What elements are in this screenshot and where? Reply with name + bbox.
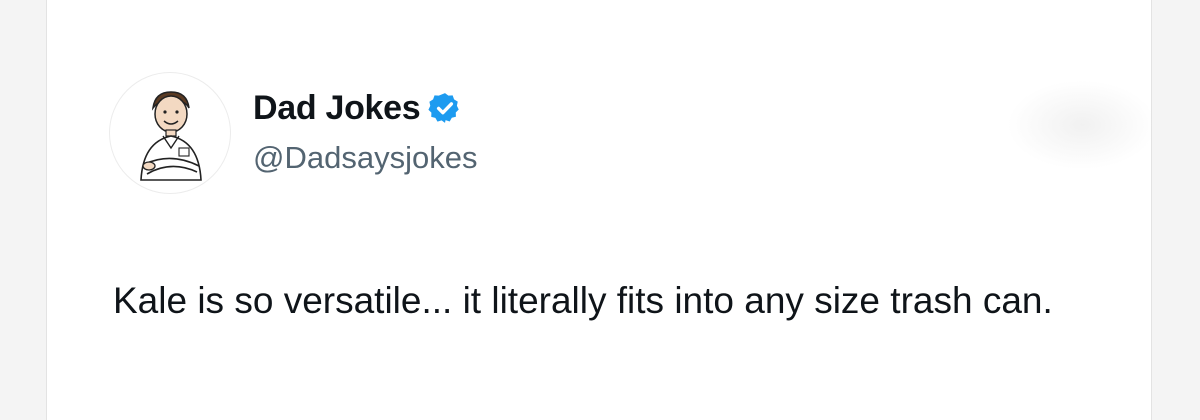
tweet-text: Kale is so versatile... it literally fit… xyxy=(113,280,1053,321)
tweet-header: Dad Jokes @Dadsaysjokes xyxy=(109,72,477,194)
avatar[interactable] xyxy=(109,72,231,194)
cartoon-dad-avatar-icon xyxy=(140,91,202,181)
display-name[interactable]: Dad Jokes xyxy=(253,89,421,128)
verified-badge-icon xyxy=(428,93,460,123)
background-smudge xyxy=(1007,80,1157,170)
tweet-names: Dad Jokes @Dadsaysjokes xyxy=(253,89,477,176)
page: Dad Jokes @Dadsaysjokes Kale is so versa… xyxy=(0,0,1200,420)
user-handle[interactable]: @Dadsaysjokes xyxy=(253,140,477,176)
tweet-card: Dad Jokes @Dadsaysjokes Kale is so versa… xyxy=(46,0,1157,420)
display-name-row: Dad Jokes xyxy=(253,89,477,128)
